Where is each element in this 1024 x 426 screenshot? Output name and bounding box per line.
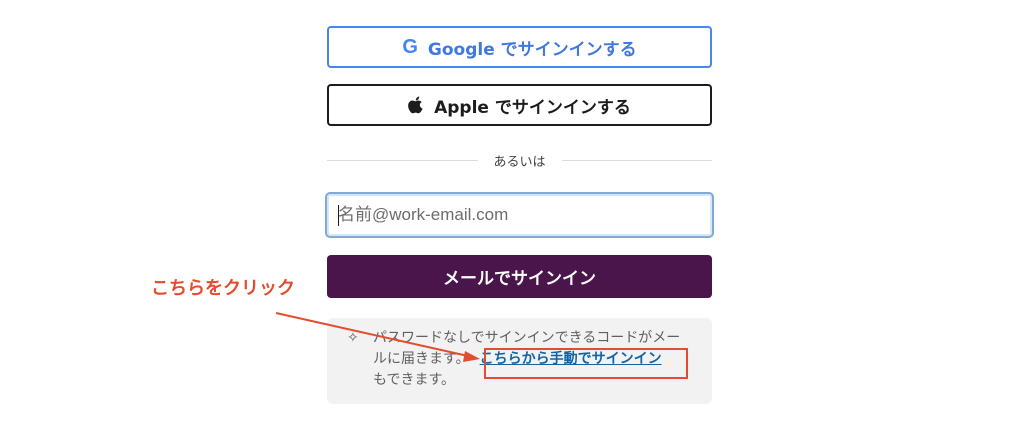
google-signin-button[interactable]: G Google でサインインする: [327, 26, 712, 68]
google-signin-label: Google でサインインする: [427, 39, 637, 60]
divider-text: あるいは: [493, 154, 546, 170]
or-divider: あるいは: [327, 150, 713, 170]
annotation-label: こちらをクリック: [151, 278, 295, 299]
email-signin-button[interactable]: メールでサインイン: [327, 255, 712, 298]
google-logo-icon: G: [402, 35, 418, 58]
divider-line-right: [561, 159, 713, 161]
email-signin-label: メールでサインイン: [443, 269, 596, 289]
sparkle-icon: ✧: [347, 330, 359, 346]
note-suffix: もできます。: [373, 372, 456, 388]
email-field-wrapper: [325, 192, 714, 238]
apple-signin-label: Apple でサインインする: [434, 97, 631, 118]
divider-line-left: [327, 159, 478, 161]
text-caret: [338, 205, 339, 226]
apple-logo-icon: [408, 96, 423, 114]
annotation-highlight-box: [484, 348, 688, 379]
email-field[interactable]: [327, 194, 712, 236]
apple-signin-button[interactable]: Apple でサインインする: [327, 84, 712, 126]
